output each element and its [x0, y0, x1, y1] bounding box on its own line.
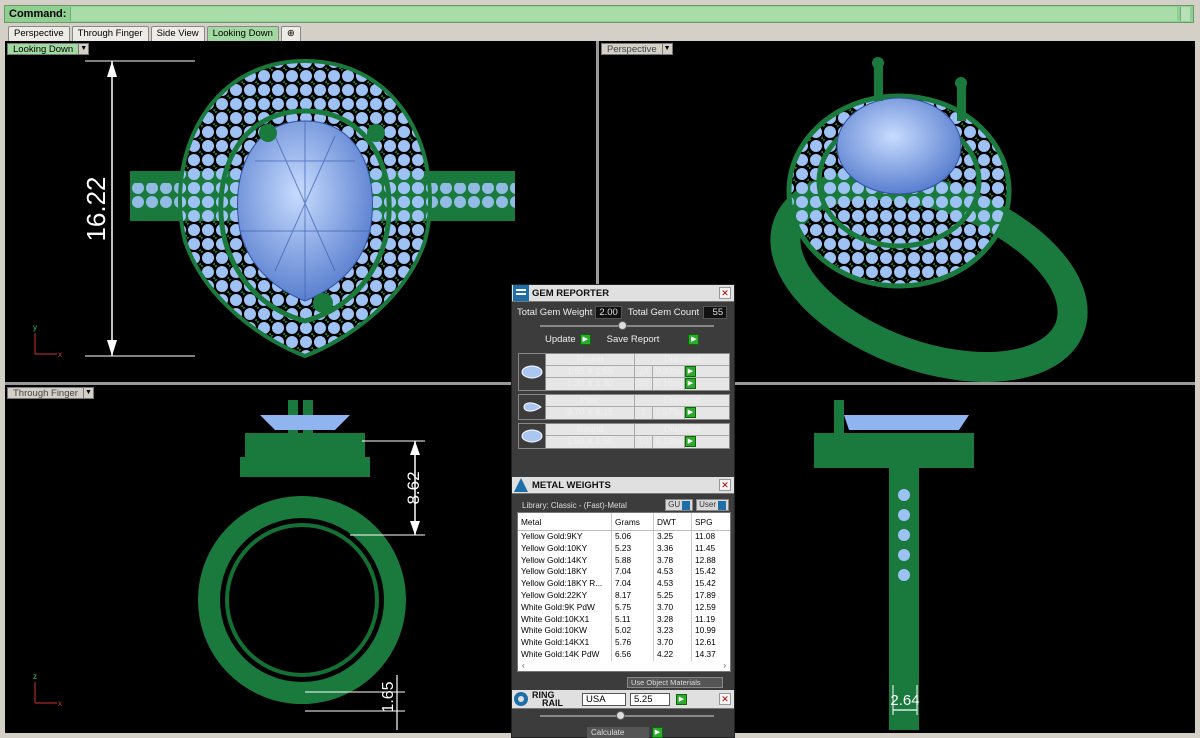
tab-looking-down[interactable]: Looking Down: [206, 26, 279, 41]
table-row[interactable]: White Gold:10KX1 5.11 3.28 11.19: [518, 613, 730, 626]
viewport-label[interactable]: Through Finger ▼: [7, 387, 94, 399]
table-row[interactable]: Yellow Gold:10KY 5.23 3.36 11.45: [518, 542, 730, 555]
ring-rail-header[interactable]: RING RAIL USA 5.25 ▶ ✕: [512, 690, 734, 709]
metal-weights-icon: [514, 478, 528, 492]
ring-size-slider[interactable]: [540, 711, 714, 720]
select-gems-button[interactable]: ▶: [685, 378, 696, 389]
round-gem-icon: [519, 424, 546, 448]
gem-reporter-body: Total Gem Weight 2.00 Total Gem Count 55…: [512, 302, 734, 477]
calculate-label: Calculate: [587, 727, 649, 738]
gem-group: Round Diamond 1.55 X 1.55 24 0.33tw ▶ 1.30 X…: [518, 353, 730, 391]
select-gems-button[interactable]: ▶: [685, 436, 696, 447]
command-bar: Command:: [4, 5, 1194, 23]
command-input[interactable]: [70, 7, 1177, 21]
use-object-materials-button[interactable]: Use Object Materials: [627, 677, 723, 688]
svg-text:z: z: [33, 672, 37, 681]
jewelry-tools-panel: GEM REPORTER ✕ Total Gem Weight 2.00 Tot…: [511, 284, 735, 738]
gem-reporter-header[interactable]: GEM REPORTER ✕: [512, 285, 734, 302]
close-icon[interactable]: ✕: [719, 693, 731, 705]
select-gems-button[interactable]: ▶: [685, 366, 696, 377]
table-row[interactable]: Yellow Gold:14KY 5.88 3.78 12.88: [518, 554, 730, 567]
metal-weights-table: Metal Grams DWT SPG Yellow Gold:9KY 5.06 3…: [517, 512, 731, 672]
table-row[interactable]: White Gold:14KX1 5.76 3.70 12.61: [518, 637, 730, 649]
chevron-down-icon[interactable]: ▼: [662, 43, 673, 55]
shank-thickness-dimension: 1.65: [380, 681, 397, 712]
horizontal-scrollbar[interactable]: ‹ ›: [518, 661, 730, 671]
ring-rail-icon: [514, 692, 528, 706]
ring-rail-title: RING RAIL: [532, 690, 563, 708]
ring-size-select[interactable]: 5.25: [630, 692, 670, 706]
chevron-down-icon[interactable]: ▼: [83, 387, 94, 399]
gem-group: Pear Diamond 9.70 X 6.15 1 1.37tw ▶: [518, 394, 730, 420]
viewport-looking-down[interactable]: Looking Down ▼ 16.22 y x: [5, 41, 596, 382]
command-scroll[interactable]: [1180, 7, 1190, 21]
close-icon[interactable]: ✕: [719, 479, 731, 491]
table-row[interactable]: Yellow Gold:18KY 7.04 4.53 15.42: [518, 566, 730, 579]
gem-slider[interactable]: [540, 321, 714, 330]
viewport-label[interactable]: Perspective ▼: [601, 43, 673, 55]
chevron-down-icon[interactable]: ▼: [79, 43, 90, 55]
shank-width-dimension: 2.64: [890, 692, 919, 709]
height-dimension: 16.22: [81, 176, 111, 241]
slider-knob[interactable]: [616, 711, 625, 720]
svg-text:x: x: [58, 350, 62, 359]
total-gem-count: 55: [703, 305, 728, 319]
table-row[interactable]: Yellow Gold:18KY R... 7.04 4.53 15.42: [518, 578, 730, 590]
viewport-through-finger[interactable]: Through Finger ▼ 8.62 1.65 z x: [5, 385, 596, 733]
viewport-label[interactable]: Looking Down ▼: [7, 43, 90, 55]
head-height-dimension: 8.62: [404, 471, 423, 504]
gem-group: Round Diamond 1.50 X 1.50 10 0.13tw ▶: [518, 423, 730, 449]
svg-text:y: y: [33, 323, 37, 332]
svg-text:x: x: [58, 699, 62, 708]
total-gem-weight: 2.00: [595, 305, 622, 319]
library-label: Library: Classic - (Fast)-Metal: [522, 500, 627, 510]
update-button[interactable]: ▶: [579, 333, 591, 345]
close-icon[interactable]: ✕: [719, 287, 731, 299]
table-row[interactable]: Yellow Gold:9KY 5.06 3.25 11.08: [518, 531, 730, 543]
table-row[interactable]: White Gold:9K PdW 5.75 3.70 12.59: [518, 601, 730, 614]
ring-top-render: 16.22 y x: [33, 58, 515, 359]
save-report-button[interactable]: ▶: [688, 333, 700, 345]
table-row[interactable]: Yellow Gold:22KY 8.17 5.25 17.89: [518, 589, 730, 602]
ring-profile-render: 8.62 1.65 z x: [33, 400, 425, 730]
slider-knob[interactable]: [618, 321, 627, 330]
viewport-tabs: Perspective Through Finger Side View Loo…: [8, 26, 303, 41]
select-gems-button[interactable]: ▶: [685, 407, 696, 418]
command-label: Command:: [9, 8, 67, 20]
region-select[interactable]: USA: [582, 692, 626, 706]
table-row[interactable]: White Gold:14K PdW 6.56 4.22 14.37: [518, 648, 730, 661]
user-toggle[interactable]: User: [696, 499, 729, 511]
tab-through-finger[interactable]: Through Finger: [71, 26, 149, 41]
tab-perspective[interactable]: Perspective: [8, 26, 70, 41]
round-gem-icon: [519, 354, 546, 390]
tab-side-view[interactable]: Side View: [150, 26, 205, 41]
gem-reporter-icon: [513, 285, 529, 301]
table-row[interactable]: White Gold:10KW 5.02 3.23 10.99: [518, 625, 730, 638]
calculate-button[interactable]: ▶: [652, 727, 663, 738]
add-tab-button[interactable]: ⊕: [280, 26, 301, 41]
apply-size-button[interactable]: ▶: [676, 693, 687, 705]
metal-weights-header[interactable]: METAL WEIGHTS ✕: [512, 477, 734, 494]
gu-toggle[interactable]: GU: [665, 499, 694, 511]
pear-gem-icon: [519, 395, 546, 419]
